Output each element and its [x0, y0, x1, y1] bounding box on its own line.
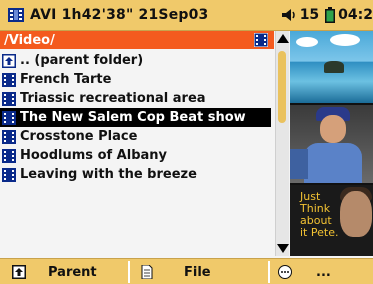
speaker-icon [281, 9, 295, 21]
archos-file-browser: AVI 1h42'38" 21Sep03 15 04:2 /Video/ .. … [0, 0, 373, 284]
list-item-label: Leaving with the breeze [20, 167, 197, 182]
list-item[interactable]: Leaving with the breeze [0, 165, 271, 184]
list-item[interactable]: Triassic recreational area [0, 89, 271, 108]
thumbnail-police-officer [290, 105, 373, 183]
film-icon [254, 33, 268, 47]
parent-button[interactable]: Parent [0, 259, 126, 284]
film-icon [2, 167, 16, 182]
film-icon [2, 129, 16, 144]
scrollbar[interactable] [275, 31, 289, 256]
up-folder-icon [12, 265, 26, 279]
film-icon [2, 148, 16, 163]
list-item-label: .. (parent folder) [20, 53, 144, 68]
list-item-label: Triassic recreational area [20, 91, 206, 106]
list-item-label: French Tarte [20, 72, 112, 87]
scrollbar-thumb[interactable] [278, 51, 286, 123]
volume-level: 15 [299, 7, 320, 23]
parent-button-label: Parent [48, 264, 97, 280]
list-item-label: The New Salem Cop Beat show [20, 110, 246, 125]
list-item-parent-folder[interactable]: .. (parent folder) [0, 51, 271, 70]
list-item-label: Hoodlums of Albany [20, 148, 168, 163]
current-path: /Video/ [4, 32, 55, 48]
clock: 04:2 [338, 7, 373, 23]
status-title: AVI 1h42'38" 21Sep03 [30, 7, 209, 23]
scroll-up-arrow-icon[interactable] [277, 34, 289, 43]
list-item[interactable]: Crosstone Place [0, 127, 271, 146]
file-button[interactable]: File [132, 259, 266, 284]
list-item-label: Crosstone Place [20, 129, 138, 144]
preview-thumbnails: Just Think about it Pete. [290, 31, 373, 256]
battery-icon [325, 7, 336, 23]
list-item-selected[interactable]: The New Salem Cop Beat show [0, 108, 271, 127]
list-item[interactable]: Hoodlums of Albany [0, 146, 271, 165]
film-icon [8, 8, 24, 22]
thumbnail-beach [290, 31, 373, 103]
more-options-icon [278, 265, 292, 279]
status-right: 15 04:2 [280, 0, 373, 30]
film-icon [2, 110, 16, 125]
more-button-label: ... [316, 264, 331, 280]
list-item[interactable]: French Tarte [0, 70, 271, 89]
thumbnail-ad: Just Think about it Pete. [290, 185, 373, 256]
file-list: .. (parent folder) French Tarte Triassic… [0, 51, 271, 184]
more-button[interactable]: ... [272, 259, 373, 284]
divider [268, 261, 270, 283]
file-icon [141, 265, 153, 279]
function-bar: Parent File ... [0, 258, 373, 284]
film-icon [2, 91, 16, 106]
up-folder-icon [2, 53, 16, 68]
divider [128, 261, 130, 283]
ad-text: Just Think about it Pete. [300, 190, 339, 239]
scroll-down-arrow-icon[interactable] [277, 244, 289, 253]
status-bar: AVI 1h42'38" 21Sep03 15 04:2 [0, 0, 373, 31]
file-button-label: File [184, 264, 211, 280]
path-header: /Video/ [0, 31, 274, 49]
film-icon [2, 72, 16, 87]
